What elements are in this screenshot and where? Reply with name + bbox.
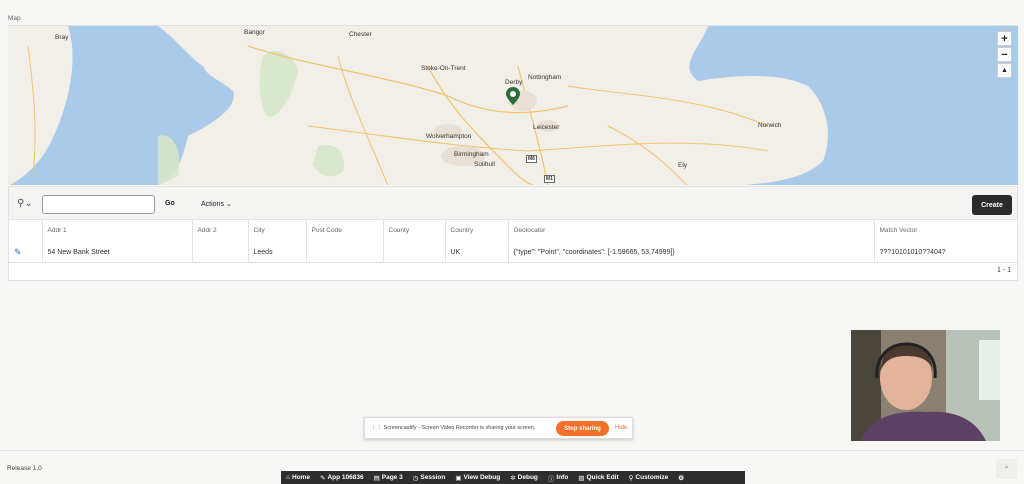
dev-view-debug-button[interactable]: ▣ View Debug [455,474,500,482]
cell-addr2 [192,242,249,263]
webcam-person-image [851,330,1000,441]
cell-match-vector: ???10101010??404? [874,242,1017,263]
cell-addr1: 54 New Bank Street [42,242,193,263]
stop-sharing-button[interactable]: Stop sharing [556,421,609,436]
column-header-match-vector[interactable]: Match Vector [874,220,1017,243]
map-label-solihull: Solihull [474,161,495,168]
report-table: Addr 1 Addr 2 City Post Code County Coun… [9,220,1017,263]
map-label-norwich: Norwich [758,122,782,129]
webcam-overlay [851,330,1000,441]
bug-icon: ✲ [510,474,516,482]
map-label-leicester: Leicester [533,124,560,131]
customize-icon: ⚲ [628,474,634,482]
dev-home-button[interactable]: ⌂ Home [286,474,310,481]
map-label-birmingham: Birmingham [454,151,489,158]
map-label-derby: Derby [505,79,523,86]
drag-handle-icon[interactable]: ⋮⋮ [371,425,384,431]
column-header-city[interactable]: City [248,220,307,243]
edit-cell: ✎ [9,242,43,263]
go-button[interactable]: Go [165,200,175,207]
quick-edit-icon: ▧ [578,474,585,482]
column-header-addr1[interactable]: Addr 1 [42,220,193,243]
report-toolbar: ⚲⌄ Go Actions ⌄ Create [9,187,1017,220]
cell-county [383,242,446,263]
dev-session-button[interactable]: ◷ Session [413,474,446,482]
table-header-row: Addr 1 Addr 2 City Post Code County Coun… [9,220,1017,243]
actions-label: Actions [201,201,224,208]
dev-app-button[interactable]: ✎ App 106836 [320,474,364,482]
dev-page-button[interactable]: ▤ Page 3 [374,474,403,482]
table-row: ✎ 54 New Bank Street Leeds UK {"type": "… [9,242,1017,263]
region-title: Map [8,15,21,22]
create-button[interactable]: Create [972,195,1012,215]
column-header-addr2[interactable]: Addr 2 [192,220,249,243]
cell-geolocator: {"type": "Point", "coordinates": [-1.596… [508,242,875,263]
home-icon: ⌂ [286,474,290,481]
developer-toolbar: ⌂ Home ✎ App 106836 ▤ Page 3 ◷ Session ▣ View… [281,471,745,484]
map-label-bangor: Bangor [244,29,265,36]
column-header-county[interactable]: County [383,220,446,243]
interactive-report: ⚲⌄ Go Actions ⌄ Create Addr 1 Addr 2 Cit… [8,186,1018,281]
map-label-stoke: Stoke-On-Trent [421,65,466,72]
column-header-edit [9,220,43,243]
motorway-shield-m1: M1 [544,175,555,183]
search-icon[interactable]: ⚲⌄ [17,198,33,209]
gear-icon[interactable]: ⚙ [678,474,684,482]
cell-post-code [306,242,384,263]
screen-share-notification: ⋮⋮ Screencastify - Screen Video Recorder… [364,417,633,439]
footer-divider [0,450,1024,451]
zoom-out-button[interactable]: − [997,47,1012,62]
motorway-shield-m6: M6 [526,155,537,163]
column-header-geolocator[interactable]: Geolocator [508,220,875,243]
pagination-info: 1 - 1 [996,267,1011,274]
map-label-ely: Ely [678,162,688,169]
map-marker-icon[interactable] [506,87,520,105]
map-label-wolverhampton: Wolverhampton [426,133,472,140]
column-header-post-code[interactable]: Post Code [306,220,384,243]
reset-bearing-button[interactable]: ▲ [997,63,1012,78]
cell-city: Leeds [248,242,307,263]
map-label-chester: Chester [349,31,372,38]
map-base [8,26,828,185]
map[interactable]: Bray Bangor Chester Stoke-On-Trent Derby… [8,25,1018,185]
edit-icon[interactable]: ✎ [14,247,22,257]
chevron-up-icon: ⌃ [1003,464,1010,474]
map-label-nottingham: Nottingham [528,74,562,81]
dev-customize-button[interactable]: ⚲ Customize [629,474,669,482]
cell-country: UK [445,242,509,263]
zoom-in-button[interactable]: + [997,31,1012,46]
share-message: ⋮⋮ Screencastify - Screen Video Recorder… [371,425,536,431]
edit-app-icon: ✎ [320,474,326,482]
info-icon: ⓘ [547,475,555,483]
chevron-down-icon: ⌄ [225,201,232,208]
release-label: Release 1.0 [7,465,42,472]
view-debug-icon: ▣ [455,474,462,482]
map-label-bray: Bray [55,34,69,41]
dev-quick-edit-button[interactable]: ▧ Quick Edit [578,474,618,482]
actions-menu-button[interactable]: Actions ⌄ [201,200,232,208]
column-header-country[interactable]: Country [445,220,509,243]
page-icon: ▤ [373,474,380,482]
dev-debug-button[interactable]: ✲ Debug [510,474,538,482]
search-input[interactable] [42,195,155,214]
hide-link[interactable]: Hide [615,425,627,431]
session-icon: ◷ [412,474,419,482]
dev-info-button[interactable]: ⓘ Info [548,473,568,483]
scroll-to-top-button[interactable]: ⌃ [996,459,1017,479]
